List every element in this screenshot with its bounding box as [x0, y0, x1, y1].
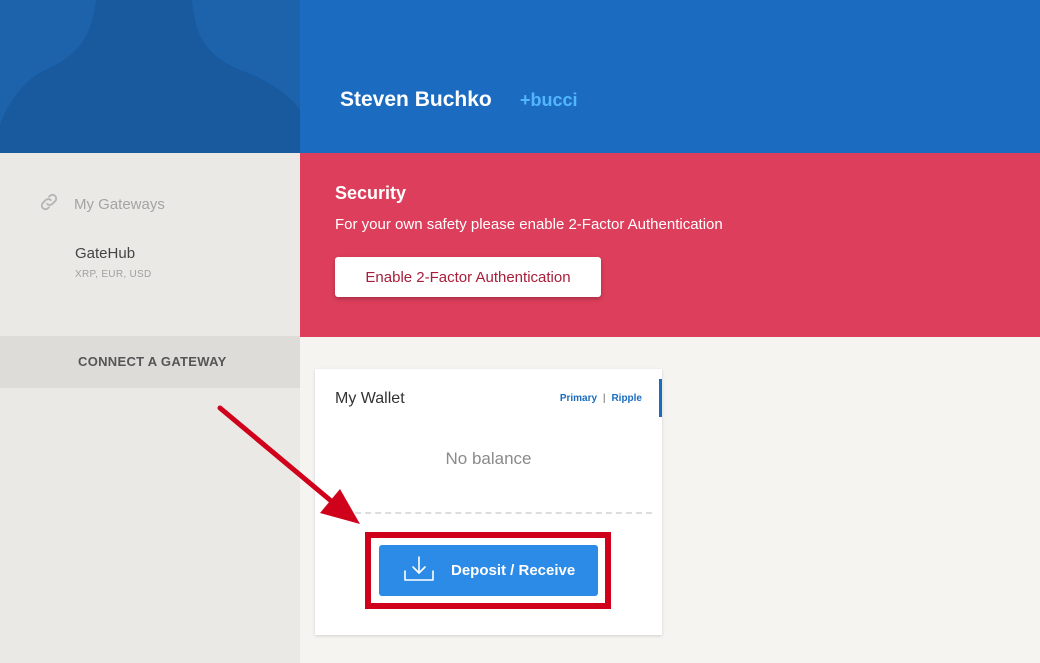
wallet-links: Primary | Ripple [560, 393, 642, 404]
gateway-currencies: XRP, EUR, USD [75, 269, 152, 280]
deposit-receive-button[interactable]: Deposit / Receive [379, 545, 598, 596]
wallet-divider [335, 512, 652, 514]
download-icon [403, 555, 435, 587]
connect-gateway-label: CONNECT A GATEWAY [78, 354, 227, 369]
link-icon [38, 191, 60, 217]
my-gateways-header: My Gateways [38, 191, 165, 217]
balance-text: No balance [445, 449, 532, 468]
security-panel: Security For your own safety please enab… [300, 153, 1040, 337]
wallet-ripple-link[interactable]: Ripple [611, 393, 642, 404]
security-title: Security [335, 183, 407, 203]
user-handle[interactable]: +bucci [520, 90, 578, 111]
wallet-accent-bar [659, 379, 662, 417]
sidebar: My Gateways GateHub XRP, EUR, USD CONNEC… [0, 153, 300, 663]
connect-gateway-button[interactable]: CONNECT A GATEWAY [0, 336, 300, 388]
profile-header: Steven Buchko +bucci [300, 0, 1040, 153]
wallet-primary-link[interactable]: Primary [560, 393, 597, 404]
gateway-name[interactable]: GateHub [75, 245, 135, 262]
security-message: For your own safety please enable 2-Fact… [335, 216, 723, 233]
wallet-title: My Wallet [335, 390, 405, 407]
enable-2fa-button[interactable]: Enable 2-Factor Authentication [335, 257, 601, 297]
deposit-receive-label: Deposit / Receive [451, 562, 576, 579]
user-name: Steven Buchko [340, 88, 492, 111]
avatar[interactable] [0, 0, 300, 153]
avatar-silhouette [0, 0, 300, 153]
my-gateways-label: My Gateways [74, 195, 165, 213]
wallet-card: My Wallet Primary | Ripple No balance De… [315, 369, 662, 635]
wallet-link-separator: | [602, 393, 606, 404]
